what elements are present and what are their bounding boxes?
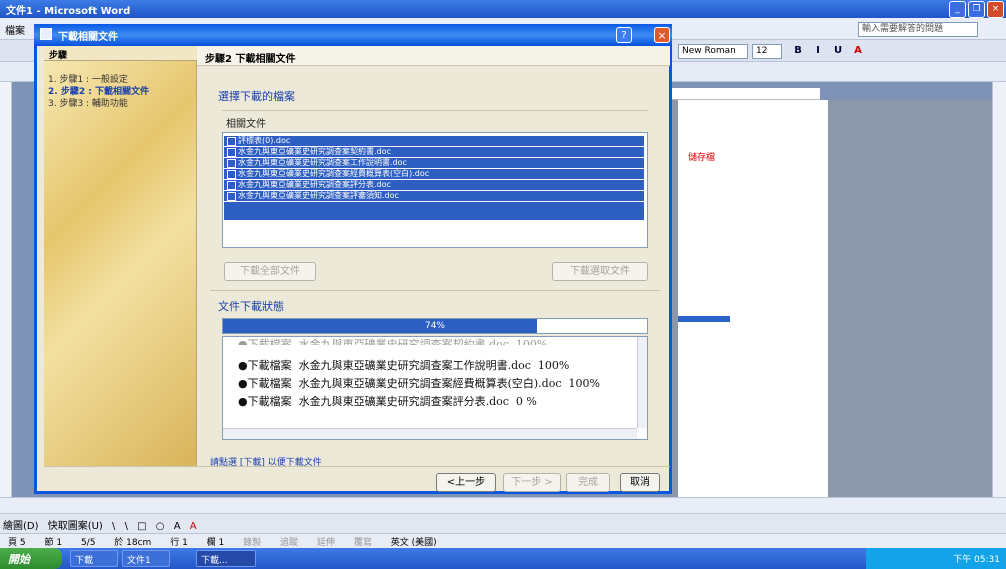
document-horizontal-scrollbar[interactable]: [0, 497, 1006, 513]
status-bar: 頁 5 節 1 5/5 於 18cm 行 1 欄 1 錄製 追蹤 延伸 覆寫 英…: [0, 533, 1006, 548]
status-language: 英文 (美國): [390, 538, 437, 548]
horizontal-ruler: [670, 88, 820, 100]
format-buttons: B I U A: [790, 43, 866, 59]
select-files-label: 選擇下載的檔案: [218, 90, 295, 103]
document-highlight: [678, 316, 730, 322]
next-button[interactable]: 下一步 >: [503, 473, 561, 492]
download-selected-button[interactable]: 下載選取文件: [552, 262, 648, 281]
start-button[interactable]: 開始: [0, 548, 62, 569]
underline-button[interactable]: U: [830, 43, 846, 59]
close-icon[interactable]: ×: [987, 1, 1004, 18]
status-rec: 錄製: [243, 538, 262, 548]
document-red-text: 儲存檔: [688, 153, 716, 163]
file-list-item[interactable]: 水金九與東亞礦業史研究調查案工作說明書.doc: [224, 158, 644, 168]
taskbar-item-active[interactable]: 下載...: [196, 550, 256, 567]
dialog-title-bar: 下載相關文件: [34, 24, 672, 46]
sidebar-heading: 步驟: [44, 46, 197, 61]
document-vertical-scrollbar[interactable]: [992, 82, 1006, 497]
log-line: ●下載檔案 水金九與東亞礦業史研究調查案評分表.doc 0 %: [238, 395, 537, 408]
download-all-button[interactable]: 下載全部文件: [224, 262, 316, 281]
status-line: 行 1: [170, 538, 188, 548]
download-status-label: 文件下載狀態: [218, 300, 284, 313]
file-list-item[interactable]: 水金九與東亞礦業史研究調查案評分表.doc: [224, 180, 644, 190]
help-search-input[interactable]: 輸入需要解答的問題: [858, 22, 978, 37]
log-vertical-scrollbar[interactable]: [637, 337, 647, 428]
cancel-button[interactable]: 取消: [620, 473, 660, 492]
help-icon[interactable]: ?: [616, 27, 632, 43]
status-ext: 延伸: [316, 538, 335, 548]
section-divider: [222, 110, 648, 111]
italic-button[interactable]: I: [810, 43, 826, 59]
section-divider: [210, 290, 660, 291]
status-section: 節 1: [44, 538, 63, 548]
progress-percent: 74%: [424, 321, 445, 331]
sidebar-step-3[interactable]: 3. 步驟3 : 輔助功能: [48, 96, 128, 109]
taskbar-item[interactable]: 下載: [70, 550, 118, 567]
file-list-item[interactable]: 評標表(0).doc: [224, 136, 644, 146]
status-column: 欄 1: [206, 538, 225, 548]
autoshapes-menu[interactable]: 快取圖案(U): [45, 514, 106, 535]
word-title-bar: 文件1 - Microsoft Word: [0, 0, 1006, 18]
status-track: 追蹤: [280, 538, 299, 548]
wizard-sidebar: [44, 46, 197, 466]
footer-divider: [44, 466, 670, 467]
font-size-select[interactable]: 12: [752, 44, 782, 59]
back-button[interactable]: <上一步: [436, 473, 496, 492]
dialog-app-icon: [40, 28, 52, 40]
restore-icon[interactable]: ❐: [968, 1, 985, 18]
finish-button[interactable]: 完成: [566, 473, 610, 492]
font-color-button[interactable]: A: [850, 43, 866, 59]
drawing-toolbar: 繪圖(D) 快取圖案(U) \ \ □ ○ A A: [0, 513, 1006, 533]
log-line: ●下載檔案 水金九與東亞礦業史研究調查案契約書.doc 100%: [238, 338, 548, 345]
log-line: ●下載檔案 水金九與東亞礦業史研究調查案工作說明書.doc 100%: [238, 359, 570, 372]
close-icon[interactable]: ×: [654, 27, 670, 43]
status-page: 頁 5: [8, 538, 26, 548]
log-horizontal-scrollbar[interactable]: [223, 428, 637, 439]
taskbar-item[interactable]: 文件1: [122, 550, 170, 567]
file-list-selection: [224, 202, 644, 220]
file-list-item[interactable]: 水金九與東亞礦業史研究調查案評審須知.doc: [224, 191, 644, 201]
file-list-item[interactable]: 水金九與東亞礦業史研究調查案經費概算表(空白).doc: [224, 169, 644, 179]
status-position: 於 18cm: [114, 538, 152, 548]
system-tray-clock: 下午 05:31: [866, 548, 1006, 569]
file-list-item[interactable]: 水金九與東亞礦業史研究調查案契約書.doc: [224, 147, 644, 157]
log-line: ●下載檔案 水金九與東亞礦業史研究調查案經費概算表(空白).doc 100%: [238, 377, 600, 390]
minimize-icon[interactable]: _: [949, 1, 966, 18]
menu-file[interactable]: 檔案: [0, 18, 30, 41]
vertical-ruler: [0, 82, 12, 497]
draw-menu[interactable]: 繪圖(D): [0, 514, 42, 535]
bold-button[interactable]: B: [790, 43, 806, 59]
word-window-title: 文件1 - Microsoft Word: [6, 6, 131, 17]
related-files-label: 相關文件: [226, 119, 266, 130]
word-window-controls: _ ❐ ×: [949, 1, 1004, 18]
dialog-title: 下載相關文件: [58, 32, 118, 43]
font-name-select[interactable]: New Roman: [678, 44, 748, 59]
status-ovr: 覆寫: [353, 538, 372, 548]
content-heading: 步驟2 下載相關文件: [197, 46, 670, 66]
